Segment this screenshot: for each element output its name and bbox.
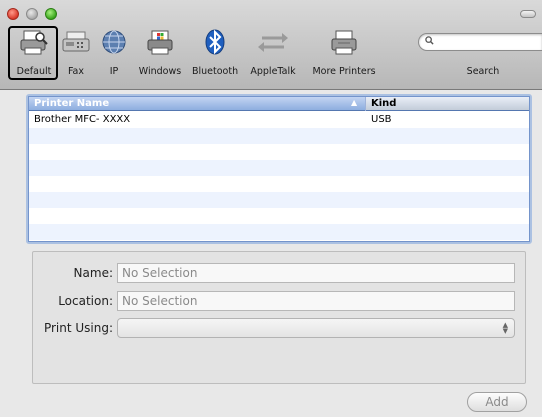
toolbar-item-label: Windows: [138, 66, 182, 77]
name-row: Name: No Selection: [33, 263, 525, 283]
add-button[interactable]: Add: [467, 392, 527, 412]
printer-kind-cell: USB: [371, 114, 392, 125]
name-label: Name:: [73, 266, 113, 280]
fax-icon: [62, 31, 90, 52]
column-divider: [365, 97, 366, 111]
printer-list[interactable]: Printer Name ▲ Kind Brother MFC- XXXX US…: [26, 94, 532, 244]
search-icon: [425, 36, 434, 45]
table-row: [29, 144, 529, 160]
location-row: Location: No Selection: [33, 291, 525, 311]
list-rows: Brother MFC- XXXX USB: [29, 112, 529, 240]
appletalk-arrows-icon: [258, 33, 288, 52]
toolbar-item-label: Fax: [67, 66, 85, 77]
toolbar-item-label: More Printers: [312, 66, 376, 77]
table-row: [29, 224, 529, 240]
sort-ascending-icon: ▲: [351, 98, 358, 107]
toolbar-toggle-button[interactable]: [520, 10, 536, 18]
column-header-kind[interactable]: Kind: [371, 98, 396, 109]
minimize-button[interactable]: [26, 8, 38, 20]
search-input[interactable]: [418, 33, 542, 51]
printer-details-panel: Name: No Selection Location: No Selectio…: [32, 251, 526, 384]
toolbar-item-windows[interactable]: Windows: [138, 28, 182, 82]
location-label: Location:: [58, 294, 113, 308]
zoom-button[interactable]: [45, 8, 57, 20]
column-header-printer-name[interactable]: Printer Name: [34, 98, 109, 109]
table-row: [29, 128, 529, 144]
toolbar-item-more-printers[interactable]: More Printers: [308, 28, 380, 82]
name-field[interactable]: No Selection: [117, 263, 515, 283]
printer-default-icon: [20, 30, 48, 55]
toolbar-item-fax[interactable]: Fax: [62, 28, 90, 82]
toolbar-item-default[interactable]: Default: [8, 26, 58, 82]
add-printer-window: Default Fax IP Windows Bluetooth AppleTa…: [0, 0, 542, 417]
table-row: [29, 192, 529, 208]
print-using-row: Print Using: ▲ ▼: [33, 318, 525, 338]
windows-printer-icon: [147, 30, 173, 55]
toolbar: Default Fax IP Windows Bluetooth AppleTa…: [0, 0, 542, 90]
search-label: Search: [466, 66, 500, 77]
toolbar-item-label: AppleTalk: [250, 66, 296, 77]
toolbar-item-label: Bluetooth: [192, 66, 239, 77]
print-using-select[interactable]: ▲ ▼: [117, 318, 515, 338]
toolbar-item-label: IP: [109, 66, 119, 77]
printer-name-cell: Brother MFC- XXXX: [34, 114, 131, 125]
list-header: Printer Name ▲ Kind: [29, 97, 529, 111]
location-field[interactable]: No Selection: [117, 291, 515, 311]
table-row: [29, 160, 529, 176]
table-row: [29, 208, 529, 224]
ip-globe-icon: [102, 30, 126, 54]
table-row[interactable]: Brother MFC- XXXX USB: [29, 112, 529, 128]
table-row: [29, 176, 529, 192]
toolbar-item-bluetooth[interactable]: Bluetooth: [192, 28, 238, 82]
more-printers-icon: [331, 30, 357, 55]
toolbar-item-appletalk[interactable]: AppleTalk: [246, 28, 300, 82]
close-button[interactable]: [7, 8, 19, 20]
print-using-label: Print Using:: [43, 321, 113, 335]
popup-arrows-icon: ▲ ▼: [502, 321, 508, 335]
toolbar-item-ip[interactable]: IP: [100, 28, 128, 82]
toolbar-item-label: Default: [16, 66, 52, 77]
bluetooth-icon: [205, 29, 225, 55]
